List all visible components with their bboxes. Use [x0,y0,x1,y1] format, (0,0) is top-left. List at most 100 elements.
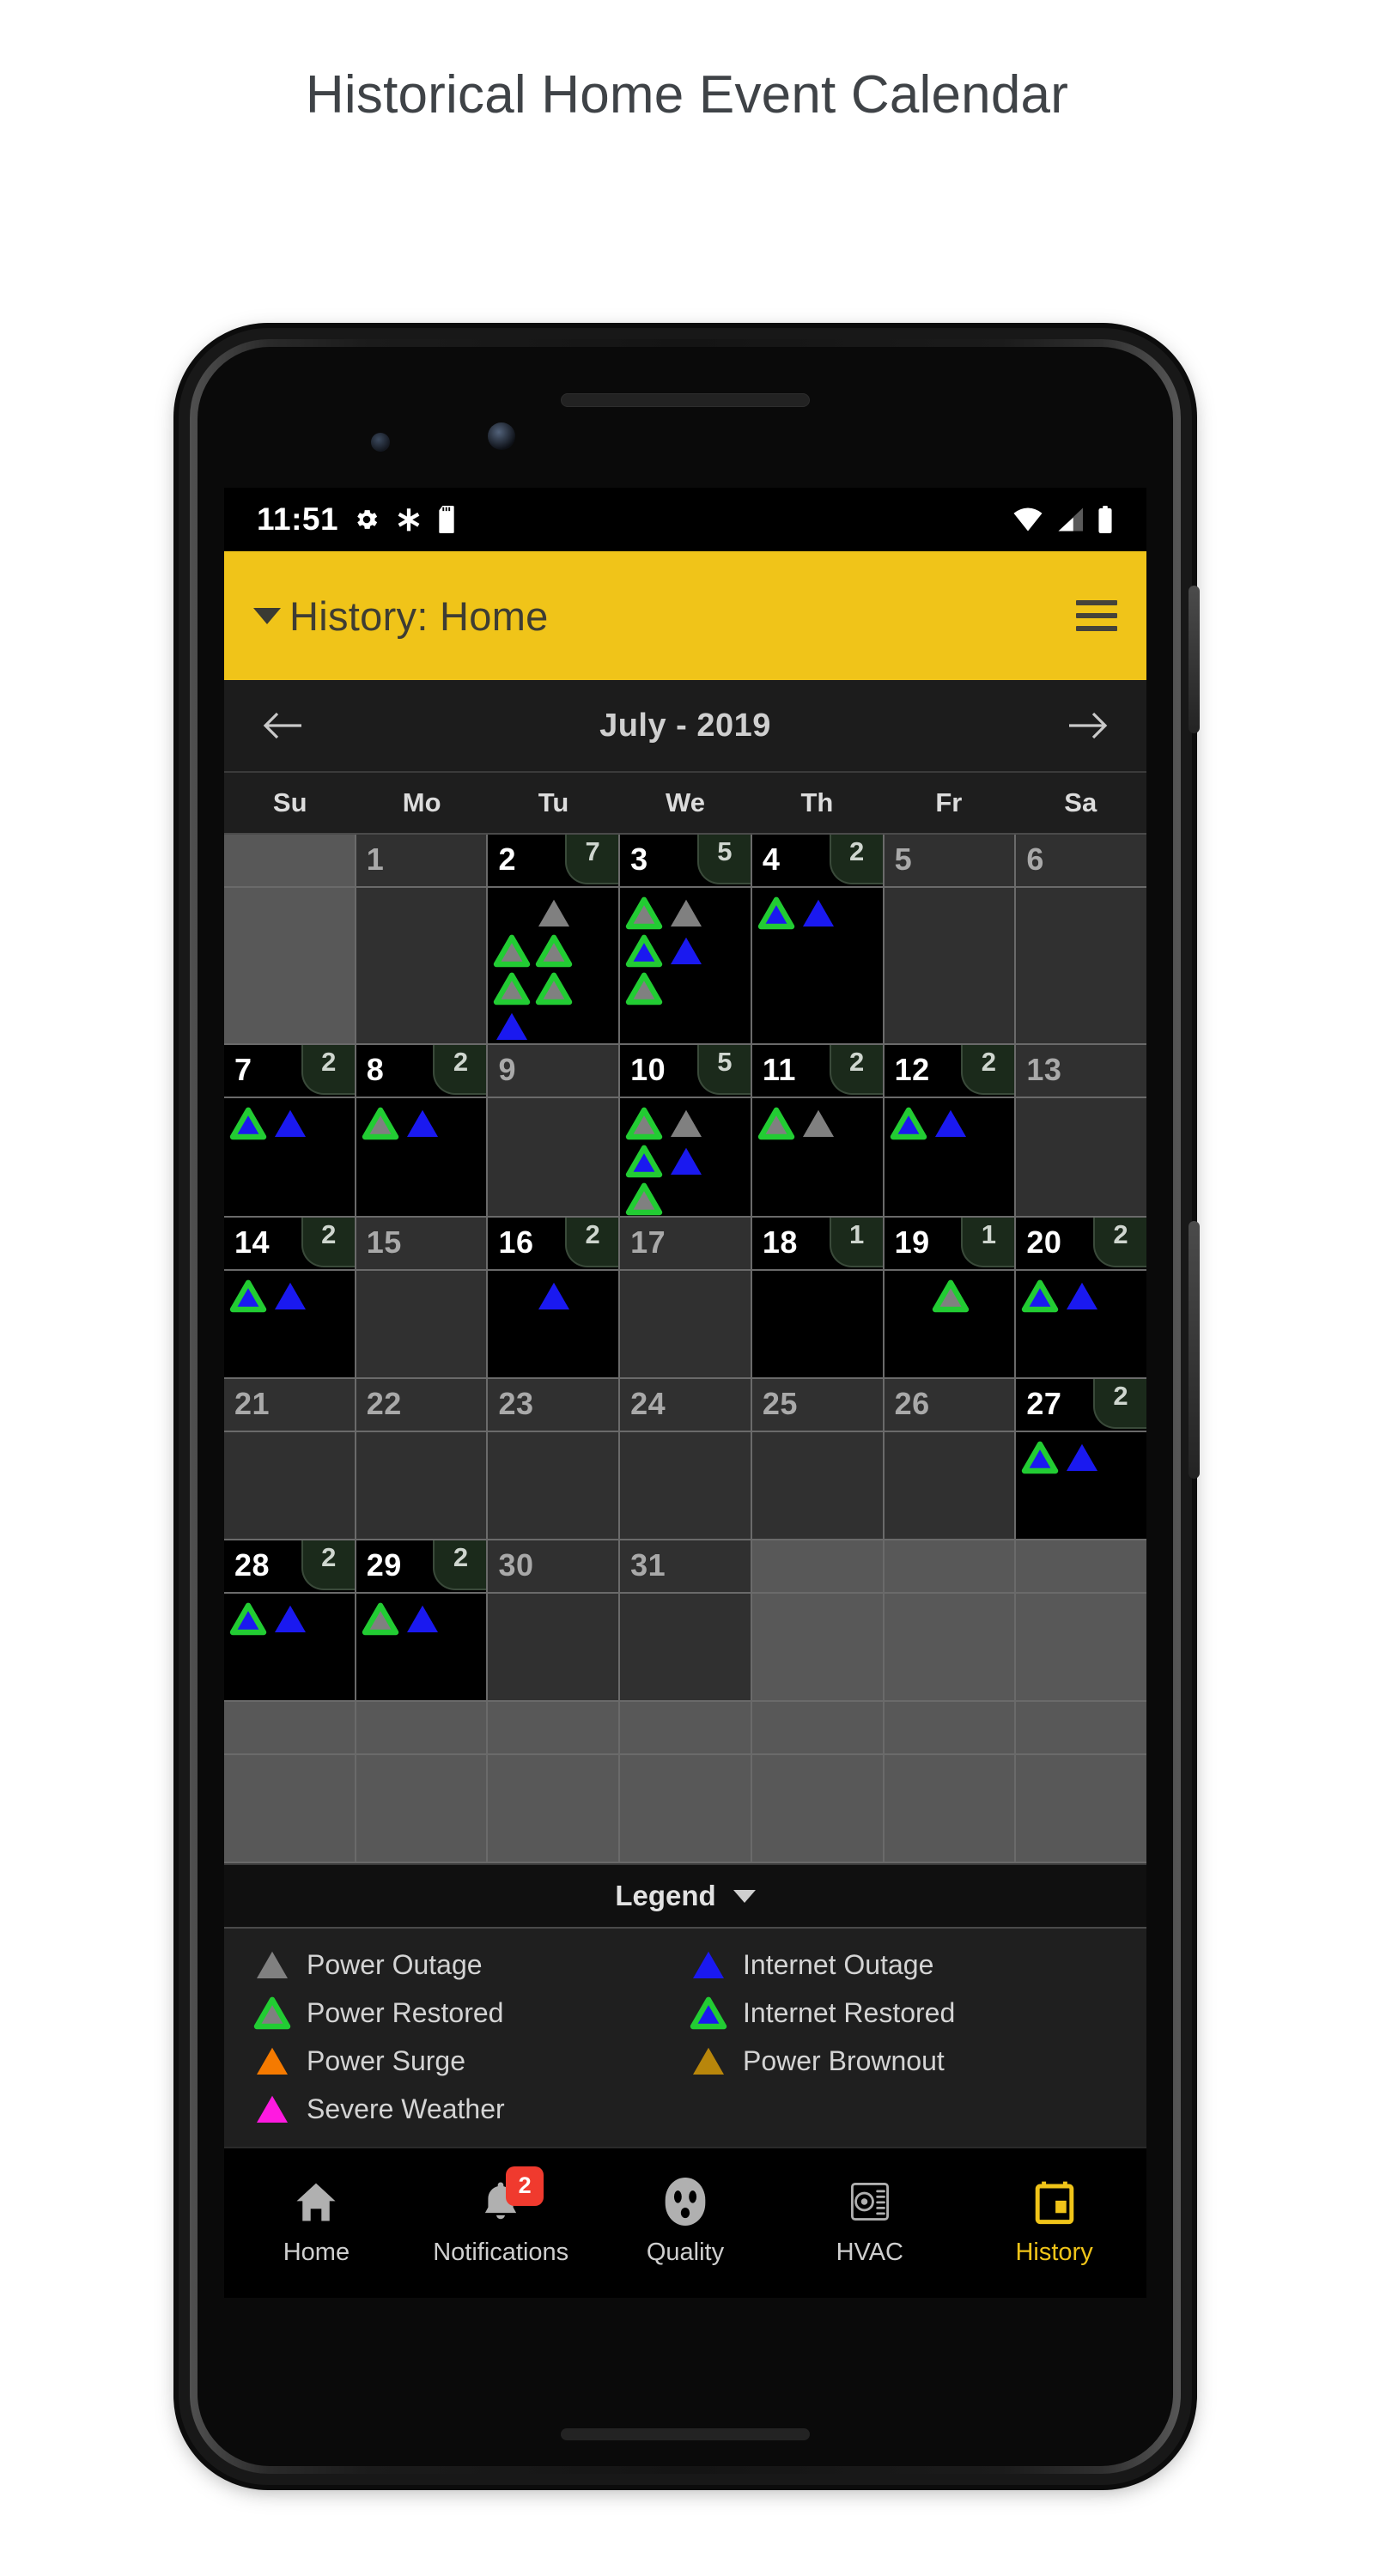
day-event-markers [620,1432,751,1440]
calendar-day-empty [1016,1702,1146,1862]
calendar-day-22[interactable]: 22 [356,1379,489,1539]
calendar-day-20[interactable]: 20 2 [1016,1218,1146,1377]
sensor-icon [371,433,390,452]
calendar-day-3[interactable]: 35 [620,835,752,1043]
calendar-day-29[interactable]: 29 2 [356,1540,489,1700]
day-number-row: 6 [1016,835,1146,888]
day-number: 5 [894,841,913,877]
day-number-row: 18 1 [751,1218,883,1271]
calendar-day-30[interactable]: 30 [488,1540,621,1700]
day-event-markers [1016,1271,1146,1313]
nav-item-quality[interactable]: Quality [593,2175,778,2267]
day-number: 23 [498,1386,534,1421]
day-number: 30 [498,1547,534,1583]
calendar-day-4[interactable]: 42 [751,835,885,1043]
calendar-day-27[interactable]: 27 2 [1016,1379,1146,1539]
day-event-markers [885,888,1015,896]
calendar-week-row: 12735425 6 [224,835,1146,1045]
android-system-nav[interactable] [224,2293,1146,2298]
calendar-day-16[interactable]: 16 2 [488,1218,621,1377]
previous-month-button[interactable] [258,702,307,750]
calendar-day-5[interactable]: 5 [884,835,1017,1043]
event-marker-power-restored [493,971,531,1005]
calendar-day-11[interactable]: 11 2 [751,1045,885,1216]
day-number-row: 24 [620,1379,751,1432]
calendar-day-10[interactable]: 10 5 [620,1045,752,1216]
day-number-row [884,1540,1015,1594]
event-marker-power-outage [535,896,573,930]
sd-card-icon [437,506,459,533]
day-number: 2 [498,841,516,877]
bottom-navigation[interactable]: Home 2 Notifications Quality HVAC History [224,2147,1146,2293]
event-marker-power-restored [535,971,573,1005]
event-marker-power-restored [362,1106,399,1140]
volume-button[interactable] [1189,1221,1200,1479]
calendar-day-17[interactable]: 17 [620,1218,752,1377]
status-bar: 11:51 [224,488,1146,551]
calendar-day-15[interactable]: 15 [356,1218,489,1377]
weekday-header-we: We [666,787,705,817]
day-number-row [884,1702,1015,1755]
chevron-down-icon[interactable] [253,607,281,624]
next-month-button[interactable] [1064,702,1112,750]
day-number-row [751,1702,883,1755]
day-event-markers [885,1755,1015,1763]
calendar-day-empty [224,835,356,1043]
event-marker-internet-outage [799,896,837,930]
calendar-day-8[interactable]: 82 [356,1045,489,1216]
day-event-markers [752,1271,883,1279]
day-number: 17 [630,1224,666,1260]
event-marker-power-outage [667,1106,705,1140]
day-event-markers [488,1098,618,1106]
day-event-markers [1016,1432,1146,1474]
day-number: 12 [894,1052,930,1087]
calendar-week-row: 28 2 29 2 30 31 [224,1540,1146,1702]
legend-header[interactable]: Legend [224,1863,1146,1927]
calendar-day-1[interactable]: 1 [356,835,489,1043]
calendar-day-14[interactable]: 14 2 [224,1218,356,1377]
event-count-badge: 1 [961,1218,1015,1267]
day-number-row: 11 2 [751,1045,883,1098]
nav-item-notifications[interactable]: 2 Notifications [409,2166,593,2267]
chevron-down-icon[interactable] [733,1889,756,1903]
legend-item-internet-restored: Internet Restored [690,1996,1117,2030]
weekday-header-sa: Sa [1064,787,1097,817]
calendar-day-28[interactable]: 28 2 [224,1540,356,1700]
event-count-badge: 2 [961,1045,1015,1095]
calendar-day-9[interactable]: 9 [488,1045,621,1216]
calendar-day-24[interactable]: 24 [620,1379,752,1539]
day-number-row: 82 [356,1045,487,1098]
calendar-day-21[interactable]: 21 [224,1379,356,1539]
legend-marker-severe-weather-icon [253,2092,291,2126]
calendar-day-19[interactable]: 19 1 [884,1218,1017,1377]
day-event-markers [356,1098,487,1140]
calendar-day-25[interactable]: 25 [751,1379,885,1539]
day-number-row [620,1702,751,1755]
event-marker-power-restored [625,896,663,930]
nav-item-hvac[interactable]: HVAC [777,2175,962,2267]
legend-marker-power-restored-icon [253,1996,291,2030]
legend-item-power-restored: Power Restored [253,1996,681,2030]
event-marker-none [493,1279,531,1313]
hamburger-menu-icon[interactable] [1076,600,1117,631]
calendar-day-18[interactable]: 18 1 [751,1218,885,1377]
calendar-day-31[interactable]: 31 [620,1540,752,1700]
calendar-day-7[interactable]: 72 [224,1045,356,1216]
event-marker-none [493,896,531,930]
event-count-badge: 2 [1093,1218,1146,1267]
day-number-row: 22 [356,1379,487,1432]
calendar-grid[interactable]: 1 2 7 3 5 4 2 5 6 7 2 8 2 9 10 5 11 2 12 2 13 14 2 15 16 2 17 18 1 19… [224,835,1146,1863]
event-count-badge: 2 [1093,1379,1146,1429]
calendar-day-12[interactable]: 12 2 [884,1045,1017,1216]
calendar-day-2[interactable]: 27 [488,835,621,1043]
nav-item-history[interactable]: History [962,2175,1146,2267]
nav-item-home[interactable]: Home [224,2175,409,2267]
day-number-row: 1 [356,835,487,888]
power-button[interactable] [1189,586,1200,733]
calendar-day-26[interactable]: 26 [884,1379,1017,1539]
calendar-day-13[interactable]: 13 [1016,1045,1146,1216]
calendar-day-6[interactable]: 6 [1016,835,1146,1043]
power-outlet-icon [658,2175,713,2228]
legend-label: Power Surge [307,2044,465,2076]
calendar-day-23[interactable]: 23 [488,1379,621,1539]
